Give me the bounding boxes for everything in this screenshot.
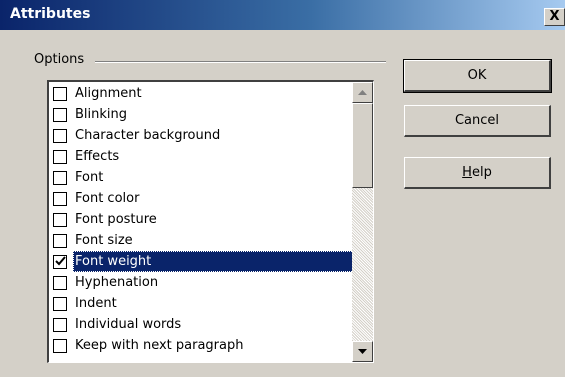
option-checkbox[interactable] (53, 297, 67, 311)
option-checkbox[interactable] (53, 150, 67, 164)
arrow-up-icon (358, 90, 367, 95)
option-label: Font posture (75, 212, 157, 227)
option-checkbox[interactable] (53, 318, 67, 332)
option-checkbox[interactable] (53, 192, 67, 206)
option-checkbox[interactable] (53, 234, 67, 248)
option-row[interactable]: Alignment (49, 83, 350, 104)
checkmark-icon (55, 256, 66, 266)
option-row[interactable]: Individual words (49, 314, 350, 335)
option-row[interactable]: Effects (49, 146, 350, 167)
option-row[interactable]: Font (49, 167, 350, 188)
option-row[interactable]: Hyphenation (49, 272, 350, 293)
options-group-divider (95, 61, 386, 63)
option-label: Alignment (75, 86, 142, 101)
option-row[interactable]: Indent (49, 293, 350, 314)
option-checkbox[interactable] (53, 255, 67, 269)
option-label: Font color (75, 191, 140, 206)
window-title: Attributes (10, 6, 91, 22)
close-button[interactable]: X (544, 8, 565, 26)
option-label: Font weight (73, 251, 354, 272)
title-bar[interactable]: Attributes X (0, 0, 565, 30)
help-label-rest: elp (471, 165, 492, 180)
help-button[interactable]: Help (404, 157, 551, 189)
option-row[interactable]: Character background (49, 125, 350, 146)
option-row[interactable]: Font size (49, 230, 350, 251)
option-checkbox[interactable] (53, 339, 67, 353)
option-row[interactable]: Font color (49, 188, 350, 209)
scroll-up-button[interactable] (352, 82, 373, 103)
options-listbox[interactable]: Alignment Blinking Character background Eff… (47, 80, 374, 363)
close-icon: X (549, 9, 560, 24)
options-group-label: Options (34, 52, 85, 67)
option-checkbox[interactable] (53, 87, 67, 101)
cancel-button[interactable]: Cancel (404, 105, 551, 137)
option-label: Character background (75, 128, 221, 143)
option-checkbox[interactable] (53, 213, 67, 227)
option-label: Font size (75, 233, 133, 248)
option-row[interactable]: Blinking (49, 104, 350, 125)
option-label: Font (75, 170, 104, 185)
option-row[interactable]: Keep with next paragraph (49, 335, 350, 356)
option-row[interactable]: Font posture (49, 209, 350, 230)
attributes-dialog: Attributes X Options Alignment Blinking Ch… (0, 0, 565, 377)
option-label: Keep with next paragraph (75, 338, 244, 353)
option-label: Effects (75, 149, 120, 164)
option-checkbox[interactable] (53, 276, 67, 290)
option-label: Indent (75, 296, 117, 311)
option-label: Blinking (75, 107, 128, 122)
option-row[interactable]: Font weight (49, 251, 354, 272)
arrow-down-icon (358, 349, 367, 354)
ok-button[interactable]: OK (403, 59, 552, 93)
option-checkbox[interactable] (53, 171, 67, 185)
options-list: Alignment Blinking Character background Eff… (49, 83, 354, 356)
option-label: Hyphenation (75, 275, 159, 290)
option-checkbox[interactable] (53, 129, 67, 143)
help-mnemonic: H (462, 165, 472, 180)
option-checkbox[interactable] (53, 108, 67, 122)
vertical-scrollbar[interactable] (352, 82, 373, 362)
option-label: Individual words (75, 317, 182, 332)
scroll-thumb[interactable] (352, 103, 373, 188)
scroll-down-button[interactable] (352, 341, 373, 362)
